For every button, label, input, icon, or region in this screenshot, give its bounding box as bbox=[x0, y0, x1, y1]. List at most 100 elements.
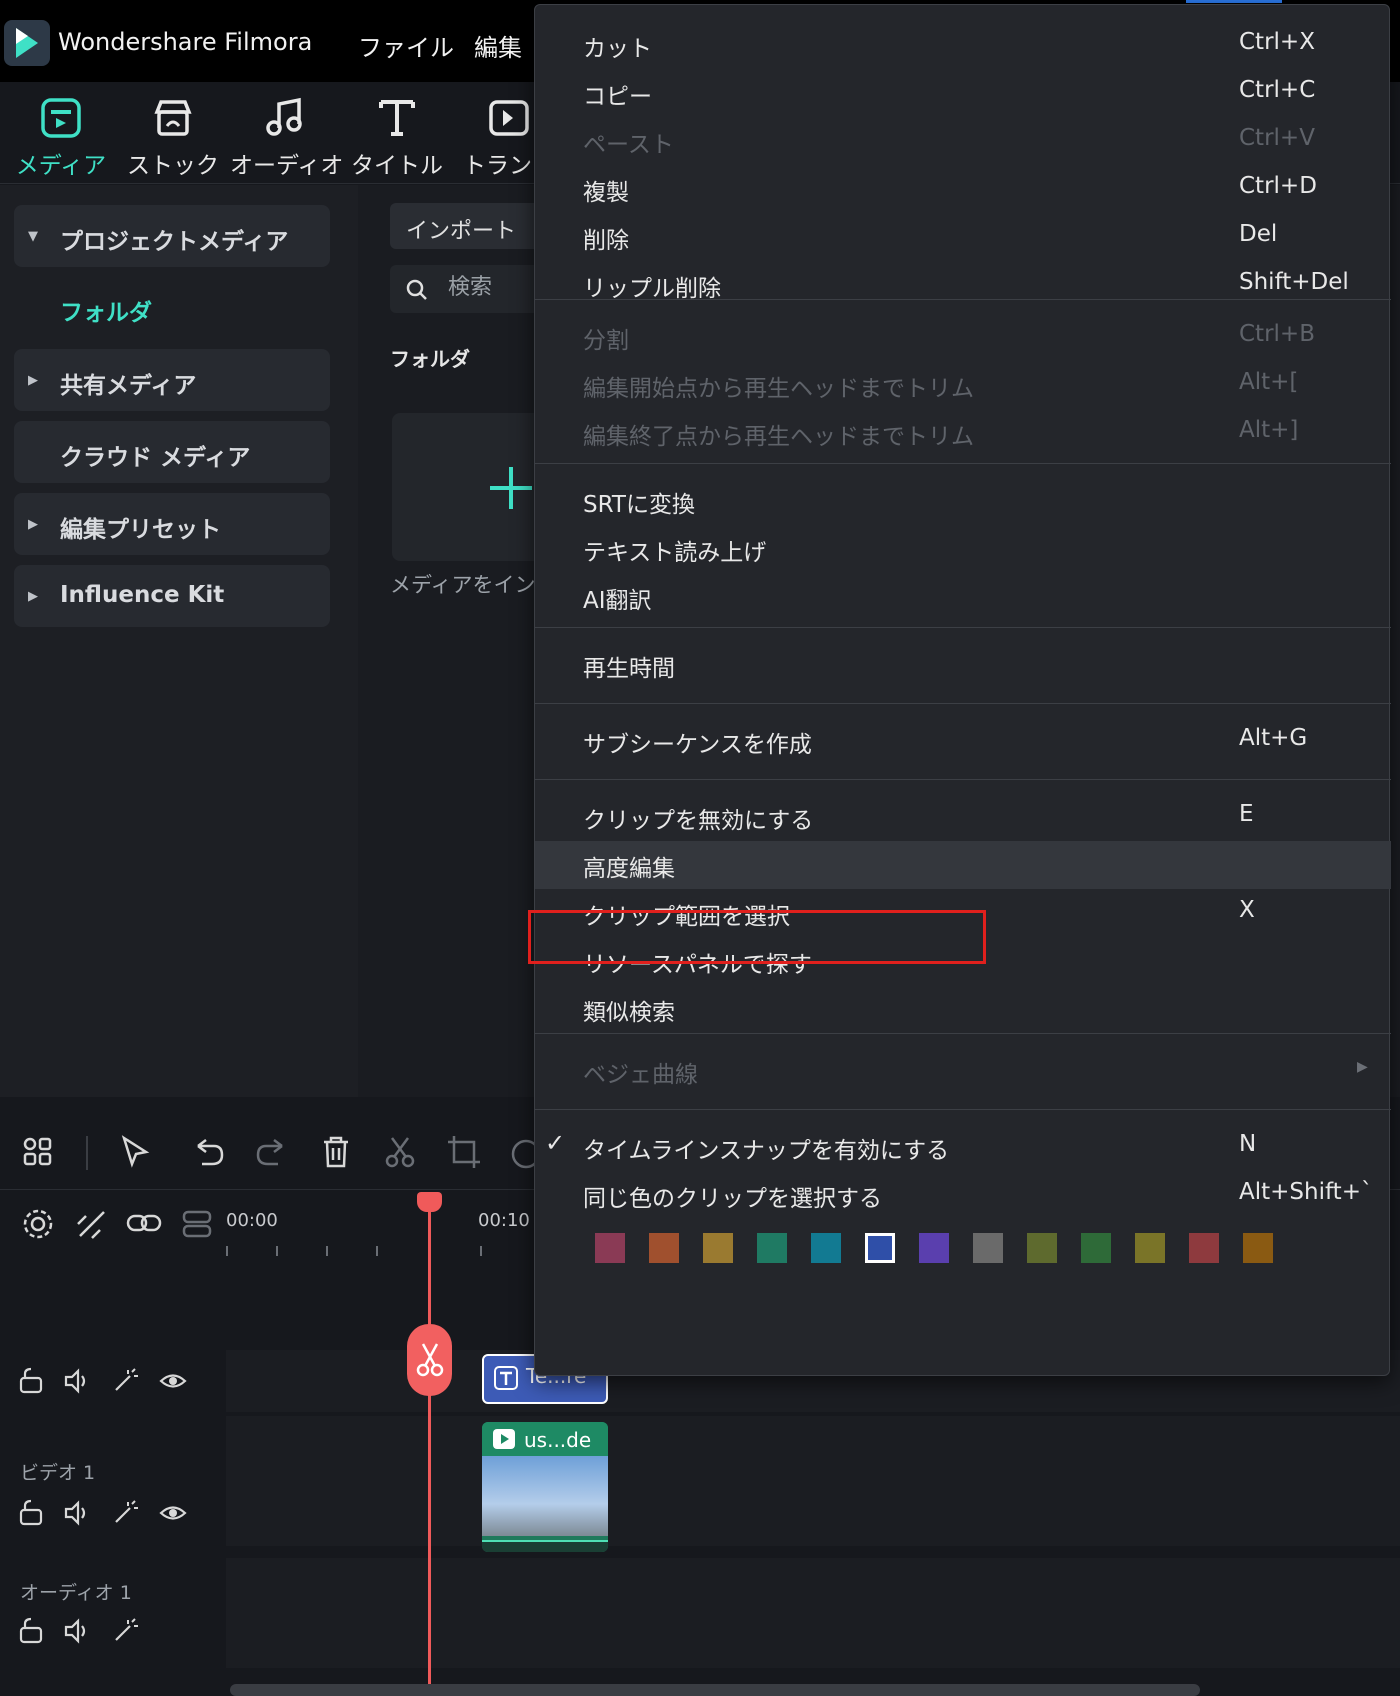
lock-icon[interactable] bbox=[16, 1366, 46, 1396]
sidebar-item-label: クラウド メディア bbox=[60, 445, 251, 471]
menu-item[interactable]: コピー Ctrl+C bbox=[535, 69, 1391, 117]
lock-icon[interactable] bbox=[16, 1498, 46, 1528]
sidebar-item-label: 共有メディア bbox=[60, 373, 197, 399]
trash-icon[interactable] bbox=[316, 1132, 356, 1172]
track-area[interactable] bbox=[226, 1416, 1400, 1546]
menu-item[interactable]: ✓ タイムラインスナップを有効にする N bbox=[535, 1123, 1391, 1171]
menu-item[interactable]: SRTに変換 bbox=[535, 477, 1391, 525]
import-button[interactable]: インポート bbox=[390, 203, 550, 249]
menu-item-shortcut: Ctrl+B bbox=[1239, 321, 1315, 347]
color-swatch[interactable] bbox=[973, 1233, 1003, 1263]
undo-icon[interactable] bbox=[188, 1132, 228, 1172]
tab-title[interactable]: タイトル bbox=[342, 82, 452, 182]
color-swatch[interactable] bbox=[1027, 1233, 1057, 1263]
caret-right-icon: ▶ bbox=[28, 589, 38, 604]
color-swatch[interactable] bbox=[865, 1233, 895, 1263]
menu-item-shortcut: Ctrl+C bbox=[1239, 77, 1316, 103]
menu-divider bbox=[535, 1033, 1391, 1034]
menu-item[interactable]: 削除 Del bbox=[535, 213, 1391, 261]
menu-item[interactable]: 類似検索 bbox=[535, 985, 1391, 1033]
title-icon bbox=[379, 100, 415, 136]
menu-item-label: リソースパネルで探す bbox=[583, 952, 812, 978]
playhead[interactable] bbox=[428, 1202, 431, 1696]
menu-item[interactable]: カット Ctrl+X bbox=[535, 21, 1391, 69]
color-swatch[interactable] bbox=[1081, 1233, 1111, 1263]
color-swatch[interactable] bbox=[649, 1233, 679, 1263]
volume-icon[interactable] bbox=[62, 1498, 92, 1528]
redo-icon[interactable] bbox=[252, 1132, 292, 1172]
color-swatch[interactable] bbox=[811, 1233, 841, 1263]
menu-item[interactable]: リソースパネルで探す bbox=[535, 937, 1391, 985]
magic-wand-icon[interactable] bbox=[110, 1498, 140, 1528]
menu-item[interactable]: 同じ色のクリップを選択する Alt+Shift+` bbox=[535, 1171, 1391, 1219]
unlink-icon[interactable] bbox=[72, 1204, 112, 1244]
menu-item[interactable]: テキスト読み上げ bbox=[535, 525, 1391, 573]
menu-item[interactable]: リップル削除 Shift+Del bbox=[535, 261, 1391, 309]
menu-item-label: ペースト bbox=[583, 132, 674, 158]
menu-item-label: 編集開始点から再生ヘッドまでトリム bbox=[583, 376, 974, 402]
sidebar-item-shared-media[interactable]: ▶ 共有メディア bbox=[14, 349, 330, 411]
scissors-icon[interactable] bbox=[380, 1132, 420, 1172]
sidebar-item-influence-kit[interactable]: ▶ Influence Kit bbox=[14, 565, 330, 627]
color-swatch[interactable] bbox=[919, 1233, 949, 1263]
ruler-tick bbox=[226, 1246, 228, 1256]
menu-item[interactable]: AI翻訳 bbox=[535, 573, 1391, 621]
video-clip[interactable]: us...de bbox=[482, 1422, 608, 1552]
tab-media[interactable]: メディア bbox=[6, 82, 116, 182]
tab-stock-label: ストック bbox=[127, 153, 219, 179]
track-name-video: ビデオ 1 bbox=[20, 1462, 96, 1484]
crop-icon[interactable] bbox=[444, 1132, 484, 1172]
sidebar-item-edit-presets[interactable]: ▶ 編集プリセット bbox=[14, 493, 330, 555]
eye-icon[interactable] bbox=[158, 1366, 188, 1396]
select-pointer-icon[interactable] bbox=[116, 1132, 156, 1172]
track-area[interactable] bbox=[226, 1558, 1400, 1668]
menu-item[interactable]: クリップを無効にする E bbox=[535, 793, 1391, 841]
volume-icon[interactable] bbox=[62, 1616, 92, 1646]
magic-wand-icon[interactable] bbox=[110, 1616, 140, 1646]
menu-item-label: SRTに変換 bbox=[583, 492, 695, 518]
menu-edit[interactable]: 編集 bbox=[474, 28, 522, 63]
settings-gear-icon[interactable] bbox=[18, 1204, 58, 1244]
color-swatch[interactable] bbox=[1135, 1233, 1165, 1263]
layout-grid-icon[interactable] bbox=[18, 1132, 58, 1172]
ruler-tick bbox=[326, 1246, 328, 1256]
menu-item[interactable]: 複製 Ctrl+D bbox=[535, 165, 1391, 213]
tab-stock[interactable]: ストック bbox=[118, 82, 228, 182]
menu-divider bbox=[535, 703, 1391, 704]
menu-item: 編集終了点から再生ヘッドまでトリム Alt+] bbox=[535, 409, 1391, 457]
sidebar-item-folder[interactable]: フォルダ bbox=[60, 293, 152, 327]
track-manage-icon[interactable] bbox=[178, 1204, 218, 1244]
audio-waveform bbox=[482, 1540, 608, 1552]
menu-item-label: 高度編集 bbox=[583, 856, 675, 882]
color-swatch[interactable] bbox=[1189, 1233, 1219, 1263]
link-icon[interactable] bbox=[124, 1204, 164, 1244]
color-swatch[interactable] bbox=[595, 1233, 625, 1263]
media-sidebar: ▼ プロジェクトメディア フォルダ ▶ 共有メディア クラウド メディア ▶ 編… bbox=[0, 185, 358, 1097]
volume-icon[interactable] bbox=[62, 1366, 92, 1396]
sidebar-item-project-media[interactable]: ▼ プロジェクトメディア bbox=[14, 205, 330, 267]
sidebar-item-cloud-media[interactable]: クラウド メディア bbox=[14, 421, 330, 483]
menu-item[interactable]: クリップ範囲を選択 X bbox=[535, 889, 1391, 937]
color-swatch[interactable] bbox=[703, 1233, 733, 1263]
tab-audio[interactable]: オーディオ bbox=[230, 82, 343, 182]
menu-file[interactable]: ファイル bbox=[358, 28, 454, 63]
menu-item[interactable]: 再生時間 bbox=[535, 641, 1391, 689]
search-icon bbox=[406, 279, 427, 300]
playhead-split-button[interactable] bbox=[407, 1324, 452, 1396]
video-clip-label: us...de bbox=[524, 1428, 592, 1452]
playhead-handle[interactable] bbox=[417, 1192, 442, 1212]
lock-icon[interactable] bbox=[16, 1616, 46, 1646]
toolbar-divider bbox=[86, 1136, 88, 1170]
color-swatch[interactable] bbox=[1243, 1233, 1273, 1263]
magic-wand-icon[interactable] bbox=[110, 1366, 140, 1396]
eye-icon[interactable] bbox=[158, 1498, 188, 1528]
menu-item-shortcut: Shift+Del bbox=[1239, 269, 1349, 295]
menu-item-label: クリップを無効にする bbox=[583, 808, 814, 834]
menu-divider bbox=[535, 627, 1391, 628]
timeline-scrollbar[interactable] bbox=[230, 1684, 1200, 1696]
ruler-tick bbox=[276, 1246, 278, 1256]
color-swatch[interactable] bbox=[757, 1233, 787, 1263]
menu-item[interactable]: 高度編集 bbox=[535, 841, 1391, 889]
app-title: Wondershare Filmora bbox=[58, 28, 313, 56]
menu-item[interactable]: サブシーケンスを作成 Alt+G bbox=[535, 717, 1391, 765]
